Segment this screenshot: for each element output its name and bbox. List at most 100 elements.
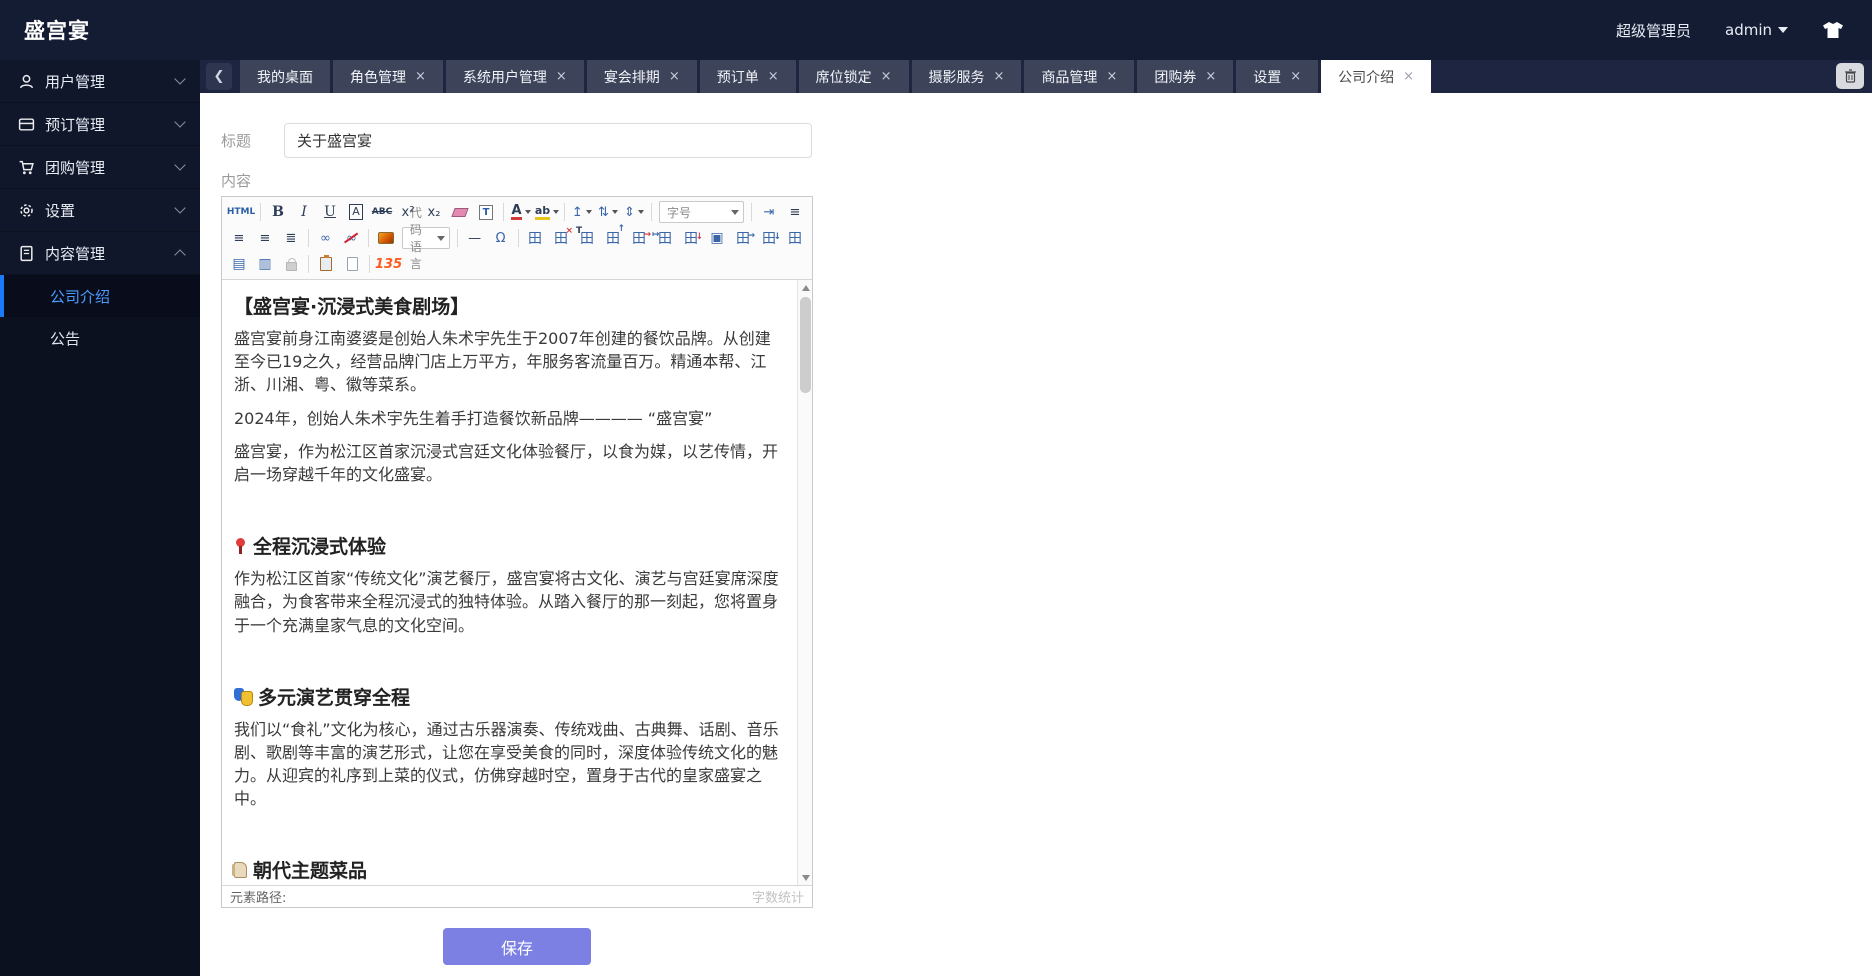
sidebar-item[interactable]: 团购管理 bbox=[0, 146, 200, 189]
lock-icon[interactable] bbox=[279, 253, 303, 275]
tab-close-icon[interactable]: × bbox=[556, 70, 567, 83]
paste-plain-icon-glyph bbox=[346, 257, 358, 271]
tab-预订单[interactable]: 预订单 × bbox=[699, 60, 796, 93]
row-split-icon[interactable]: ▤ bbox=[227, 253, 251, 275]
word-count-label[interactable]: 字数统计 bbox=[752, 887, 804, 906]
unlink-icon[interactable]: ∞ bbox=[339, 227, 363, 249]
editor-135-icon[interactable]: 135 bbox=[375, 253, 402, 275]
align-justify-icon-glyph: ≣ bbox=[285, 230, 297, 246]
tab-close-icon[interactable]: × bbox=[1290, 70, 1301, 83]
cell-merge-down-icon[interactable]: 田 bbox=[757, 227, 781, 249]
tab-角色管理[interactable]: 角色管理 × bbox=[333, 60, 443, 93]
sidebar-item[interactable]: 预订管理 bbox=[0, 103, 200, 146]
tab-close-icon[interactable]: × bbox=[669, 70, 680, 83]
table-delete-icon[interactable]: 田 bbox=[549, 227, 573, 249]
indent-icon[interactable]: ⇥ bbox=[757, 201, 781, 223]
tab-席位锁定[interactable]: 席位锁定 × bbox=[798, 60, 909, 93]
paste-icon[interactable] bbox=[314, 253, 338, 275]
chevron-up-icon bbox=[174, 249, 186, 261]
sidebar: 用户管理 预订管理 团购管理 设置 内容管理 公司介绍 公告 bbox=[0, 60, 200, 976]
font-color-icon[interactable]: A bbox=[509, 201, 533, 223]
tab-close-icon[interactable]: × bbox=[1403, 70, 1414, 83]
table-properties-icon[interactable]: 田 bbox=[575, 227, 599, 249]
col-split-icon[interactable]: ▥ bbox=[253, 253, 277, 275]
tab-close-icon[interactable]: × bbox=[1205, 70, 1216, 83]
sidebar-item[interactable]: 内容管理 bbox=[0, 232, 200, 275]
subscript-icon[interactable]: x₂ bbox=[422, 201, 446, 223]
image-icon[interactable] bbox=[374, 227, 398, 249]
align-right-icon[interactable]: ≡ bbox=[253, 227, 277, 249]
row-insert-icon[interactable]: 田 bbox=[601, 227, 625, 249]
italic-icon[interactable]: I bbox=[292, 201, 316, 223]
superscript-icon[interactable]: x² bbox=[396, 201, 420, 223]
tab-宴会排期[interactable]: 宴会排期 × bbox=[586, 60, 697, 93]
remove-format-icon[interactable] bbox=[448, 201, 472, 223]
tab-商品管理[interactable]: 商品管理 × bbox=[1024, 60, 1135, 93]
sidebar-item[interactable]: 用户管理 bbox=[0, 60, 200, 103]
code-language-select[interactable]: 代码语言 bbox=[401, 206, 451, 271]
editor-scrollbar[interactable] bbox=[797, 280, 812, 885]
bold-icon[interactable]: B bbox=[266, 201, 290, 223]
tab-close-icon[interactable]: × bbox=[768, 70, 779, 83]
tab-我的桌面[interactable]: 我的桌面 bbox=[240, 60, 330, 93]
editor-135-icon-glyph: 135 bbox=[375, 256, 403, 272]
underline-icon[interactable]: U bbox=[318, 201, 342, 223]
tab-close-icon[interactable]: × bbox=[415, 70, 426, 83]
vertical-align-icon[interactable]: ⇅ bbox=[596, 201, 620, 223]
scroll-down-arrow[interactable] bbox=[798, 870, 812, 885]
tab-close-icon[interactable]: × bbox=[881, 70, 892, 83]
chevron-down-icon bbox=[174, 73, 186, 85]
scroll-up-arrow[interactable] bbox=[798, 280, 812, 295]
save-button[interactable]: 保存 bbox=[443, 928, 591, 965]
col-delete-icon[interactable]: 田 bbox=[679, 227, 703, 249]
tab-团购券[interactable]: 团购券 × bbox=[1137, 60, 1234, 93]
cell-split-icon[interactable]: 田 bbox=[783, 227, 807, 249]
table-insert-icon[interactable]: 田 bbox=[523, 227, 547, 249]
align-top-icon[interactable]: ↥ bbox=[570, 201, 594, 223]
row-delete-icon[interactable]: 田 bbox=[627, 227, 651, 249]
toolbar-separator bbox=[260, 203, 261, 221]
scrollbar-thumb[interactable] bbox=[800, 297, 811, 393]
tab-系统用户管理[interactable]: 系统用户管理 × bbox=[445, 60, 584, 93]
align-left-icon[interactable]: ≡ bbox=[783, 201, 807, 223]
tab-公司介绍[interactable]: 公司介绍 × bbox=[1321, 60, 1432, 93]
lock-icon-glyph bbox=[285, 257, 297, 271]
source-icon[interactable]: HTML bbox=[227, 201, 255, 223]
editor-body[interactable]: 【盛宫宴·沉浸式美食剧场】 盛宫宴前身江南婆婆是创始人朱术宇先生于2007年创建的… bbox=[222, 280, 812, 885]
user-menu[interactable]: admin bbox=[1725, 21, 1788, 39]
tab-close-icon[interactable]: × bbox=[1106, 70, 1117, 83]
font-border-icon[interactable]: A bbox=[344, 201, 368, 223]
cell-merge-icon[interactable]: ▣ bbox=[705, 227, 729, 249]
font-size-select[interactable]: 字号 bbox=[658, 201, 745, 223]
sidebar-subitem[interactable]: 公告 bbox=[0, 317, 200, 359]
bold-icon-glyph: B bbox=[272, 204, 284, 220]
toolbar-separator bbox=[308, 255, 309, 273]
subscript-icon-glyph: x₂ bbox=[427, 204, 441, 220]
align-center-icon[interactable]: ≡ bbox=[227, 227, 251, 249]
paste-as-text-icon[interactable]: T bbox=[474, 201, 498, 223]
strikethrough-icon[interactable]: ABC bbox=[370, 201, 394, 223]
sidebar-subitem[interactable]: 公司介绍 bbox=[0, 275, 200, 317]
close-all-tabs-button[interactable] bbox=[1836, 63, 1864, 89]
tab-设置[interactable]: 设置 × bbox=[1236, 60, 1319, 93]
special-char-icon[interactable]: Ω bbox=[489, 227, 513, 249]
unlink-icon-glyph: ∞ bbox=[346, 230, 357, 246]
tab-close-icon[interactable]: × bbox=[994, 70, 1005, 83]
cell-merge-right-icon[interactable]: 田 bbox=[731, 227, 755, 249]
sidebar-item[interactable]: 设置 bbox=[0, 189, 200, 232]
col-insert-icon[interactable]: 田 bbox=[653, 227, 677, 249]
col-insert-icon-glyph: 田 bbox=[658, 228, 672, 248]
paste-plain-icon[interactable] bbox=[340, 253, 364, 275]
highlight-color-icon[interactable]: ab bbox=[534, 201, 560, 223]
link-icon[interactable]: ∞ bbox=[313, 227, 337, 249]
tab-label: 公司介绍 bbox=[1338, 69, 1395, 86]
tab-scroll-left-button[interactable]: ❮ bbox=[206, 63, 232, 90]
horizontal-rule-icon[interactable]: — bbox=[463, 227, 487, 249]
title-input[interactable] bbox=[284, 123, 812, 158]
line-height-icon[interactable]: ⇕ bbox=[622, 201, 646, 223]
tab-摄影服务[interactable]: 摄影服务 × bbox=[911, 60, 1022, 93]
align-justify-icon[interactable]: ≣ bbox=[279, 227, 303, 249]
section-heading-text: 【盛宫宴·沉浸式美食剧场】 bbox=[234, 296, 470, 318]
tshirt-icon[interactable] bbox=[1822, 21, 1844, 39]
